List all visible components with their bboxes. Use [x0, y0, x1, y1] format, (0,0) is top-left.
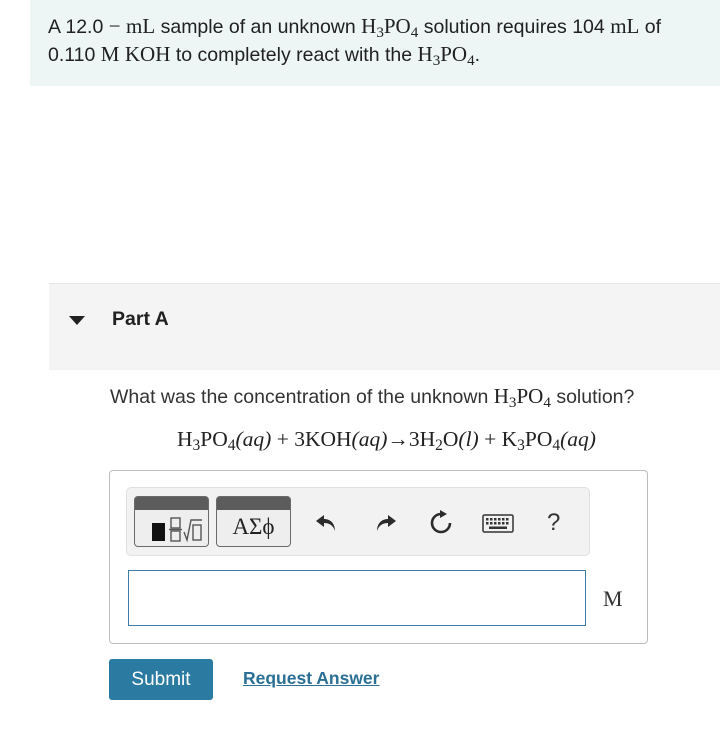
unit-label: M	[603, 586, 623, 611]
part-a-header[interactable]: Part A	[49, 283, 720, 370]
problem-statement: A 12.0 − mL sample of an unknown H3PO4 s…	[30, 0, 720, 86]
problem-text: A 12.0 − mL sample of an unknown H3PO4 s…	[48, 14, 662, 69]
request-answer-link[interactable]: Request Answer	[243, 668, 379, 689]
undo-icon[interactable]	[313, 510, 339, 536]
templates-button[interactable]	[134, 496, 209, 547]
templates-icon	[152, 517, 202, 543]
reaction-equation: H3PO4(aq) + 3KOH(aq)→3H2O(l) + K3PO4(aq)	[177, 427, 596, 454]
formula-h3po4: H3PO4	[417, 42, 475, 69]
redo-icon[interactable]	[373, 510, 399, 536]
formula-h3po4: H3PO4	[361, 14, 419, 41]
submit-button[interactable]: Submit	[109, 659, 213, 700]
collapse-triangle-icon[interactable]	[69, 316, 85, 325]
answer-input[interactable]	[128, 570, 586, 626]
reset-icon[interactable]	[428, 510, 454, 536]
part-title: Part A	[112, 308, 169, 330]
greek-symbols-button[interactable]: AΣϕ	[216, 496, 291, 547]
question-text: What was the concentration of the unknow…	[110, 384, 635, 411]
keyboard-icon[interactable]	[482, 510, 514, 536]
help-button[interactable]: ?	[547, 509, 560, 537]
